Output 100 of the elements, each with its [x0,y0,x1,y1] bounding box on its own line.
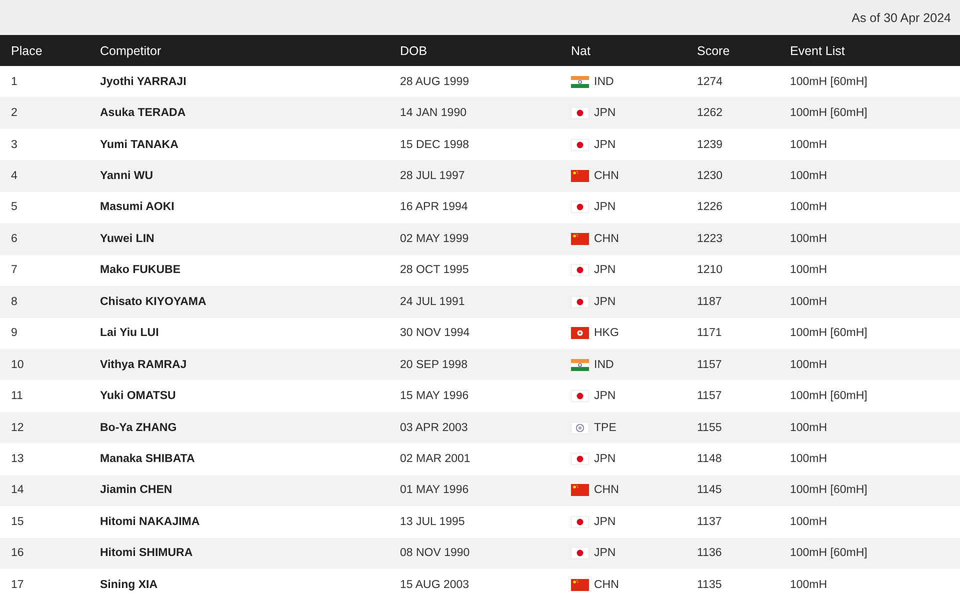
competitor-cell-text: Yanni WU [100,170,154,182]
competitor-cell-text: Yuki OMATSU [100,390,177,402]
score-cell-text: 1148 [697,452,723,465]
flag-icon [571,327,589,340]
flag-icon [571,516,589,528]
column-header: Competitor [100,44,162,58]
place-cell-text: 3 [10,138,18,151]
dob-cell-text: 03 APR 2003 [400,422,469,434]
event-list-cell-text: 100mH [790,296,828,308]
nat-cell: JPN [594,452,616,465]
event-list-cell-text: 100mH [790,422,828,434]
competitor-cell-text: Jyothi YARRAJI [100,76,188,88]
dob-cell-text: 02 MAR 2001 [400,452,472,465]
dob-cell-text: 08 NOV 1990 [400,547,471,560]
flag-icon [571,201,589,214]
place-cell-text: 6 [10,232,18,245]
nat-cell: CHN [594,484,619,496]
score-cell-text: 1135 [697,578,723,591]
place-cell-text: 11 [10,390,24,402]
score-cell-text: 1136 [697,547,723,560]
dob-cell-text: 28 JUL 1997 [400,170,466,182]
competitor-cell-text: Mako FUKUBE [100,264,182,276]
event-list-cell-text: 100mH [60mH] [790,390,868,402]
event-list-cell-text: 100mH [790,138,828,151]
dob-cell-text: 15 AUG 2003 [400,578,470,591]
nat-cell: JPN [594,107,616,120]
event-list-cell-text: 100mH [60mH] [790,107,868,120]
competitor-cell-text: Lai Yiu LUI [100,327,160,340]
event-list-cell-text: 100mH [60mH] [790,327,868,340]
dob-cell-text: 28 OCT 1995 [400,264,470,276]
flag-icon [571,390,589,402]
dob-cell-text: 20 SEP 1998 [400,358,469,371]
flag-icon [571,547,589,560]
competitor-cell-text: Yuwei LIN [100,232,156,245]
place-cell-text: 1 [10,76,18,88]
competitor-cell-text: Bo-Ya ZHANG [100,422,178,434]
column-header: Nat [571,44,592,58]
competitor-cell-text: Vithya RAMRAJ [100,358,188,371]
score-cell-text: 1210 [697,264,724,276]
flag-icon [571,452,589,465]
nat-cell: CHN [594,578,619,591]
event-list-cell-text: 100mH [790,358,828,371]
dob-cell-text: 01 MAY 1996 [400,484,470,496]
event-list-cell-text: 100mH [60mH] [790,547,868,560]
event-list-cell-text: 100mH [790,201,828,214]
dob-cell-text: 15 MAY 1996 [400,390,470,402]
event-list-cell-text: 100mH [60mH] [790,76,868,88]
flag-icon [571,484,589,496]
competitor-cell-text: Jiamin CHEN [100,484,174,496]
nat-cell: JPN [594,390,616,402]
place-cell-text: 4 [10,170,18,182]
nat-cell: IND [594,358,614,371]
column-header: Event List [790,44,846,58]
nat-cell: JPN [594,547,616,560]
dob-cell-text: 15 DEC 1998 [400,138,470,151]
place-cell-text: 16 [10,547,25,560]
place-cell-text: 10 [10,358,25,371]
dob-cell-text: 30 NOV 1994 [400,327,471,340]
event-list-cell-text: 100mH [60mH] [790,484,868,496]
nat-cell: HKG [594,327,619,340]
dob-cell-text: 02 MAY 1999 [400,232,470,245]
score-cell-text: 1155 [697,422,723,434]
score-cell-text: 1145 [697,484,723,496]
place-cell-text: 2 [10,107,18,120]
as-of-date: As of 30 Apr 2024 [852,10,951,24]
column-header: Place [10,44,44,58]
competitor-cell-text: Asuka TERADA [100,107,187,120]
place-cell-text: 8 [10,296,18,308]
score-cell-text: 1230 [697,170,724,182]
score-cell-text: 1137 [697,516,723,528]
flag-icon [571,232,589,245]
place-cell-text: 14 [10,484,25,496]
place-cell-text: 15 [10,516,25,528]
competitor-cell-text: Manaka SHIBATA [100,452,196,465]
nat-cell: CHN [594,170,619,182]
flag-icon [571,76,589,88]
score-cell-text: 1226 [697,201,724,214]
place-cell-text: 7 [10,264,18,276]
score-cell-text: 1223 [697,232,724,245]
score-cell-text: 1262 [697,107,724,120]
competitor-cell-text: Chisato KIYOYAMA [100,296,208,308]
score-cell-text: 1239 [697,138,724,151]
score-cell-text: 1157 [697,390,723,402]
nat-cell: TPE [594,422,616,434]
nat-cell: JPN [594,138,616,151]
flag-icon [571,138,589,151]
event-list-cell-text: 100mH [790,264,828,276]
place-cell-text: 5 [10,201,18,214]
competitor-cell-text: Hitomi NAKAJIMA [100,516,201,528]
competitor-cell-text: Masumi AOKI [100,201,176,214]
event-list-cell-text: 100mH [790,232,828,245]
flag-icon [571,578,589,591]
score-cell-text: 1171 [697,327,723,340]
flag-icon [571,107,589,120]
event-list-cell-text: 100mH [790,170,828,182]
column-header: Score [697,44,731,58]
nat-cell: JPN [594,201,616,214]
dob-cell-text: 16 APR 1994 [400,201,469,214]
nat-cell: JPN [594,296,616,308]
place-cell-text: 9 [10,327,18,340]
